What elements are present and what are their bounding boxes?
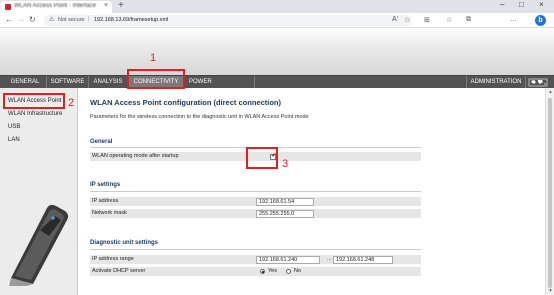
reload-button[interactable]: ↻ [29,15,36,24]
scroll-thumb[interactable] [548,98,552,288]
setting-row-ip-address: IP address 192.168.61.54 [90,197,421,206]
address-separator: | [88,16,90,22]
read-aloud-icon[interactable]: A' [392,16,398,23]
setting-row-dhcp: Activate DHCP server Yes No [90,267,421,276]
dhcp-no-label[interactable]: No [294,268,301,274]
netmask-label: Network mask [92,210,127,216]
scroll-down-icon[interactable]: ▼ [548,288,553,294]
setting-row-netmask: Network mask 255.255.255.0 [90,209,421,218]
browser-toolbar: ← → ↻ ⚠ Not secure | 192.168.13.69/frame… [0,13,554,28]
dhcp-no-radio[interactable] [286,269,291,274]
tab-close-icon[interactable]: × [104,2,108,9]
favorite-star-icon[interactable]: ☆ [404,16,410,24]
setting-row-ip-range: IP address range 192.168.61.240 ... 192.… [90,255,421,264]
security-status[interactable]: Not secure [58,17,85,23]
new-tab-button[interactable]: + [118,0,124,11]
section-general-heading: General [90,139,113,145]
minimize-button[interactable]: – [500,0,504,9]
globe-icon[interactable] [528,78,548,87]
annotation-number-2: 2 [68,97,75,109]
ip-range-to-input[interactable]: 192.168.61.248 [333,255,393,264]
main-menu: GENERAL SOFTWARE ANALYSIS CONNECTIVITY P… [0,75,554,98]
ip-address-label: IP address [92,198,119,204]
section-divider [90,249,421,250]
dhcp-label: Activate DHCP server [92,268,146,274]
app-header [0,29,554,75]
section-diagnostic-heading: Diagnostic unit settings [90,240,159,246]
favicon-icon [5,4,11,10]
maximize-button[interactable]: □ [519,0,524,9]
url-text[interactable]: 192.168.13.69/framesetup.xml [94,17,168,23]
vertical-scrollbar[interactable]: ▲ ▼ [545,88,554,295]
scroll-up-icon[interactable]: ▲ [548,89,553,95]
favorites-icon[interactable]: ☆ [446,16,452,24]
close-window-button[interactable]: × [539,0,544,9]
main-content: WLAN Access Point configuration (direct … [79,88,545,295]
browser-tab-strip: WLAN Access Point - Interface × + – □ × [0,0,554,13]
forward-button[interactable]: → [17,15,25,24]
diagnostic-unit-image [9,204,69,286]
sidebar-item-lan[interactable]: LAN [8,137,20,143]
back-button[interactable]: ← [5,15,13,24]
page-title: WLAN Access Point configuration (direct … [90,98,281,107]
annotation-box-checkbox [246,147,278,169]
netmask-input[interactable]: 255.255.255.0 [256,209,314,218]
bing-icon[interactable]: b [535,15,546,26]
section-ip-settings-heading: IP settings [90,182,121,188]
annotation-box-sidebar [3,93,65,109]
ip-address-input[interactable]: 192.168.61.54 [256,197,314,206]
dhcp-yes-label[interactable]: Yes [268,268,277,274]
page-description: Parameters for the wireless connection t… [90,114,309,120]
tab-title: WLAN Access Point - Interface [14,3,97,9]
annotation-number-3: 3 [282,158,289,170]
ip-range-from-input[interactable]: 192.168.61.240 [256,255,320,264]
annotation-box-connectivity [127,69,185,89]
wlan-startup-label: WLAN operating mode after startup [92,153,179,159]
dhcp-yes-radio[interactable] [260,269,265,274]
warning-icon[interactable]: ⚠ [49,16,54,23]
ip-range-label: IP address range [92,256,134,262]
browser-tab[interactable]: WLAN Access Point - Interface × [0,1,112,13]
annotation-number-1: 1 [150,52,157,64]
section-divider [90,191,421,192]
sidebar-item-wlan-infrastructure[interactable]: WLAN Infrastructure [8,111,62,117]
sidebar-item-usb[interactable]: USB [8,124,20,130]
split-screen-icon[interactable]: ⊞ [424,16,430,24]
ip-range-separator: ... [327,256,332,262]
more-menu-icon[interactable]: … [510,16,517,23]
collections-icon[interactable]: ⧉ [466,16,471,24]
address-bar[interactable]: ⚠ Not secure | 192.168.13.69/framesetup.… [44,15,412,26]
